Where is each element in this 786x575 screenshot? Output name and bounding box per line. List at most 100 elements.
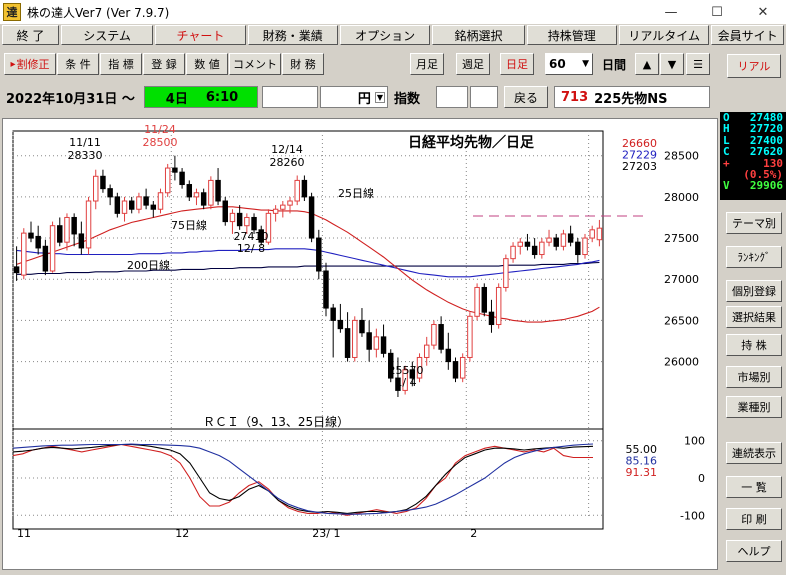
index-label: 指数 <box>394 91 421 107</box>
indicator-button[interactable]: 指 標 <box>100 53 142 75</box>
time-value: 6:10 <box>205 89 239 105</box>
candle <box>539 238 545 259</box>
ma25-line <box>16 206 600 323</box>
candle-body <box>316 237 322 272</box>
candle <box>179 168 185 189</box>
side-button-8[interactable]: 一 覧 <box>726 476 782 498</box>
minimize-button[interactable]: — <box>648 0 694 24</box>
menu-stock-select[interactable]: 銘柄選択 <box>432 25 525 45</box>
side-button-1[interactable]: ﾗﾝｷﾝｸﾞ <box>726 246 782 268</box>
rci-y-tick: 0 <box>698 472 705 485</box>
y-tick-label: 28500 <box>664 150 699 163</box>
candle-body <box>208 179 214 206</box>
daily-button[interactable]: 日足 <box>500 53 534 75</box>
candle-body <box>352 319 358 358</box>
candle-body <box>452 361 459 379</box>
candle <box>200 188 207 210</box>
chevron-down-icon: ▼ <box>582 59 589 69</box>
adjust-button[interactable]: ▸ 割修正 <box>4 53 56 75</box>
realtime-button[interactable]: リアル <box>727 54 781 78</box>
candle <box>208 176 214 210</box>
candle <box>452 357 459 383</box>
blank-field-3[interactable] <box>470 86 498 108</box>
chart-menu-button[interactable]: ☰ <box>686 53 710 75</box>
ohlc-row: V 29906 <box>720 180 786 192</box>
candle <box>64 213 70 251</box>
rci-value-label: 91.31 <box>626 466 658 479</box>
candle-body <box>78 233 85 249</box>
scroll-down-button[interactable]: ▼ <box>660 53 684 75</box>
side-button-9[interactable]: 印 刷 <box>726 508 782 530</box>
currency-select[interactable]: 円 ▼ <box>320 86 388 108</box>
candle-body <box>143 196 149 206</box>
title-bar: 達 株の達人Ver7 (Ver 7.9.7) — ☐ ✕ <box>0 0 786 24</box>
side-button-4[interactable]: 持 株 <box>726 334 782 356</box>
candle-body <box>560 233 567 247</box>
candle-body <box>481 286 488 313</box>
candle <box>236 205 243 230</box>
candle <box>352 316 358 362</box>
value-button[interactable]: 数 値 <box>186 53 228 75</box>
candle <box>78 221 85 255</box>
side-button-5[interactable]: 市場別 <box>726 366 782 388</box>
candle-body <box>531 245 538 256</box>
menu-system[interactable]: システム <box>60 25 154 45</box>
candle <box>366 320 372 362</box>
menu-option[interactable]: オプション <box>339 25 431 45</box>
candle <box>301 175 308 201</box>
candle-body <box>136 196 142 210</box>
weekly-button[interactable]: 週足 <box>456 53 490 75</box>
side-button-7[interactable]: 連続表示 <box>726 442 782 464</box>
up-arrow-icon: ▲ <box>642 57 652 71</box>
candle <box>596 219 603 247</box>
candle-body <box>128 200 135 210</box>
candle-body <box>179 171 185 186</box>
side-button-2[interactable]: 個別登録 <box>726 280 782 302</box>
candle <box>531 238 538 259</box>
date-range-label: 2022年10月31日 〜 <box>6 91 135 107</box>
monthly-button[interactable]: 月足 <box>410 53 444 75</box>
candle <box>575 238 581 263</box>
currency-label: 円 <box>357 91 371 107</box>
candle <box>582 233 588 259</box>
scroll-up-button[interactable]: ▲ <box>635 53 659 75</box>
menu-member-site[interactable]: 会員サイト <box>711 25 784 45</box>
candle-body <box>323 270 329 309</box>
candle-body <box>373 336 380 350</box>
candle <box>21 228 27 280</box>
candle-body <box>49 225 56 272</box>
blank-field-2[interactable] <box>436 86 468 108</box>
menu-chart[interactable]: チャート <box>155 25 246 45</box>
side-button-10[interactable]: ヘルプ <box>726 540 782 562</box>
comment-button[interactable]: コメント <box>229 53 281 75</box>
blank-field-1[interactable] <box>262 86 318 108</box>
stock-field[interactable]: 713 225先物NS <box>554 86 710 108</box>
x-tick-label: 2 <box>470 527 477 540</box>
close-button[interactable]: ✕ <box>740 0 786 24</box>
condition-button[interactable]: 条 件 <box>57 53 99 75</box>
side-button-0[interactable]: テーマ別 <box>726 212 782 234</box>
period-select[interactable]: 60 ▼ <box>545 53 593 75</box>
menu-icon: ☰ <box>693 57 703 71</box>
candle-body <box>13 266 20 274</box>
ma-name-label: 200日線 <box>127 258 170 272</box>
x-tick-label: 11 <box>17 527 31 540</box>
side-button-3[interactable]: 選択結果 <box>726 306 782 328</box>
menu-finance[interactable]: 財務・業績 <box>247 25 338 45</box>
menu-holdings[interactable]: 持株管理 <box>526 25 617 45</box>
finance-button[interactable]: 財 務 <box>282 53 324 75</box>
menu-quit[interactable]: 終 了 <box>2 25 59 45</box>
candle-body <box>71 216 77 235</box>
candle-body <box>229 212 236 223</box>
menu-realtime[interactable]: リアルタイム <box>618 25 710 45</box>
register-button[interactable]: 登 録 <box>143 53 185 75</box>
stock-code: 713 <box>561 89 589 105</box>
price-chart[interactable]: 26000 26500 27000 27500 28000 28500 11 12 23/ 1 2… <box>3 119 717 569</box>
candle <box>438 316 444 354</box>
candle-body <box>100 175 106 190</box>
maximize-button[interactable]: ☐ <box>694 0 740 24</box>
candle-body <box>186 184 193 198</box>
back-button[interactable]: 戻る <box>504 86 548 108</box>
side-button-6[interactable]: 業種別 <box>726 396 782 418</box>
candle-body <box>35 235 41 249</box>
